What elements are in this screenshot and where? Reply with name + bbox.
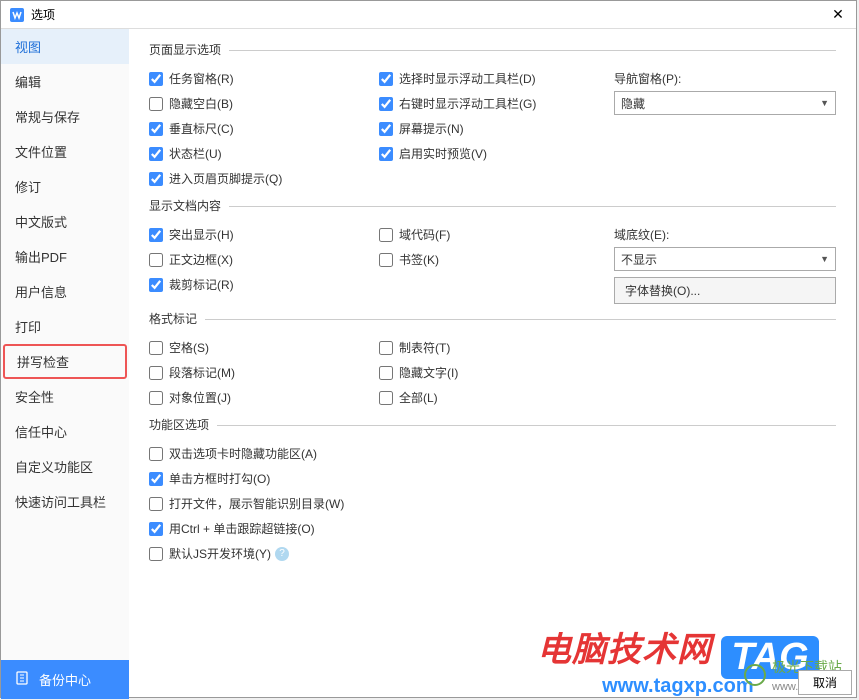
checkbox-dblclick-hide-ribbon[interactable]: 双击选项卡时隐藏功能区(A)	[149, 441, 836, 466]
sidebar-item-user-info[interactable]: 用户信息	[1, 274, 129, 309]
sidebar-item-view[interactable]: 视图	[1, 29, 129, 64]
sidebar-item-general-save[interactable]: 常规与保存	[1, 99, 129, 134]
backup-icon	[15, 670, 31, 689]
sidebar-item-print[interactable]: 打印	[1, 309, 129, 344]
checkbox-ctrl-click-hyperlink[interactable]: 用Ctrl + 单击跟踪超链接(O)	[149, 516, 836, 541]
help-icon[interactable]: ?	[275, 547, 289, 561]
group-page-display: 页面显示选项 任务窗格(R) 隐藏空白(B) 垂直标尺(C) 状态栏(U) 进入…	[149, 41, 836, 191]
checkbox-screen-tip[interactable]: 屏幕提示(N)	[379, 116, 614, 141]
titlebar: 选项 ✕	[1, 1, 856, 29]
app-icon	[9, 7, 25, 23]
checkbox-task-pane[interactable]: 任务窗格(R)	[149, 66, 379, 91]
checkbox-paragraph-marks[interactable]: 段落标记(M)	[149, 360, 379, 385]
dialog-title: 选项	[31, 6, 828, 23]
sidebar-item-trust-center[interactable]: 信任中心	[1, 414, 129, 449]
sidebar: 视图 编辑 常规与保存 文件位置 修订 中文版式 输出PDF 用户信息 打印 拼…	[1, 29, 129, 699]
sidebar-items: 视图 编辑 常规与保存 文件位置 修订 中文版式 输出PDF 用户信息 打印 拼…	[1, 29, 129, 660]
checkbox-object-position[interactable]: 对象位置(J)	[149, 385, 379, 410]
checkbox-hide-blank[interactable]: 隐藏空白(B)	[149, 91, 379, 116]
dialog-body: 视图 编辑 常规与保存 文件位置 修订 中文版式 输出PDF 用户信息 打印 拼…	[1, 29, 856, 699]
nav-pane-select[interactable]: 隐藏	[614, 91, 836, 115]
checkbox-highlight[interactable]: 突出显示(H)	[149, 222, 379, 247]
nav-pane-label: 导航窗格(P):	[614, 66, 836, 91]
checkbox-text-border[interactable]: 正文边框(X)	[149, 247, 379, 272]
checkbox-header-footer-tip[interactable]: 进入页眉页脚提示(Q)	[149, 166, 379, 191]
sidebar-item-edit[interactable]: 编辑	[1, 64, 129, 99]
options-dialog: 选项 ✕ 视图 编辑 常规与保存 文件位置 修订 中文版式 输出PDF 用户信息…	[0, 0, 857, 698]
sidebar-item-spellcheck[interactable]: 拼写检查	[3, 344, 127, 379]
cancel-button[interactable]: 取消	[798, 670, 852, 695]
checkbox-open-smart-toc[interactable]: 打开文件，展示智能识别目录(W)	[149, 491, 836, 516]
sidebar-item-file-location[interactable]: 文件位置	[1, 134, 129, 169]
checkbox-bookmarks[interactable]: 书签(K)	[379, 247, 614, 272]
checkbox-float-toolbar-rightclick[interactable]: 右键时显示浮动工具栏(G)	[379, 91, 614, 116]
group-title-page-display: 页面显示选项	[149, 41, 836, 58]
group-doc-content: 显示文档内容 突出显示(H) 正文边框(X) 裁剪标记(R) 域代码(F) 书签…	[149, 197, 836, 304]
group-format-marks: 格式标记 空格(S) 段落标记(M) 对象位置(J) 制表符(T) 隐藏文字(I…	[149, 310, 836, 410]
field-shading-select[interactable]: 不显示	[614, 247, 836, 271]
checkbox-click-box-check[interactable]: 单击方框时打勾(O)	[149, 466, 836, 491]
group-title-format-marks: 格式标记	[149, 310, 836, 327]
checkbox-hidden-text[interactable]: 隐藏文字(I)	[379, 360, 614, 385]
checkbox-field-codes[interactable]: 域代码(F)	[379, 222, 614, 247]
checkbox-crop-marks[interactable]: 裁剪标记(R)	[149, 272, 379, 297]
close-button[interactable]: ✕	[828, 5, 848, 25]
checkbox-status-bar[interactable]: 状态栏(U)	[149, 141, 379, 166]
dialog-footer: 取消	[798, 670, 852, 695]
group-title-doc-content: 显示文档内容	[149, 197, 836, 214]
sidebar-item-chinese-layout[interactable]: 中文版式	[1, 204, 129, 239]
checkbox-spaces[interactable]: 空格(S)	[149, 335, 379, 360]
font-substitution-button[interactable]: 字体替换(O)...	[614, 277, 836, 304]
group-title-ribbon: 功能区选项	[149, 416, 836, 433]
sidebar-item-quick-access[interactable]: 快速访问工具栏	[1, 484, 129, 519]
sidebar-item-custom-ribbon[interactable]: 自定义功能区	[1, 449, 129, 484]
checkbox-default-js-env[interactable]: 默认JS开发环境(Y)?	[149, 541, 836, 566]
checkbox-tabs[interactable]: 制表符(T)	[379, 335, 614, 360]
checkbox-vertical-ruler[interactable]: 垂直标尺(C)	[149, 116, 379, 141]
group-ribbon: 功能区选项 双击选项卡时隐藏功能区(A) 单击方框时打勾(O) 打开文件，展示智…	[149, 416, 836, 566]
content-panel: 页面显示选项 任务窗格(R) 隐藏空白(B) 垂直标尺(C) 状态栏(U) 进入…	[129, 29, 856, 699]
checkbox-live-preview[interactable]: 启用实时预览(V)	[379, 141, 614, 166]
checkbox-all[interactable]: 全部(L)	[379, 385, 614, 410]
watermark-tagxp: 电脑技术网 TAG www.tagxp.com	[537, 622, 819, 698]
sidebar-item-revision[interactable]: 修订	[1, 169, 129, 204]
field-shading-label: 域底纹(E):	[614, 222, 836, 247]
xz7-logo-icon: ✦	[744, 664, 766, 686]
sidebar-item-security[interactable]: 安全性	[1, 379, 129, 414]
backup-center-button[interactable]: 备份中心	[1, 660, 129, 699]
sidebar-item-export-pdf[interactable]: 输出PDF	[1, 239, 129, 274]
checkbox-float-toolbar-select[interactable]: 选择时显示浮动工具栏(D)	[379, 66, 614, 91]
backup-center-label: 备份中心	[39, 670, 91, 689]
